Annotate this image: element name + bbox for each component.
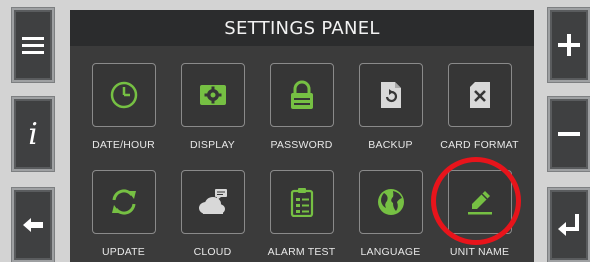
tile-password[interactable]: PASSWORD	[257, 63, 346, 151]
back-arrow-icon	[23, 218, 43, 232]
plus-icon	[558, 34, 580, 56]
panel-title: SETTINGS PANEL	[70, 10, 534, 46]
tile-label: ALARM TEST	[267, 246, 336, 258]
info-button[interactable]: i	[12, 97, 54, 171]
tile-label: UNIT NAME	[449, 246, 510, 258]
padlock-icon	[290, 80, 313, 109]
card-format-icon	[469, 82, 490, 108]
tile-label: DATE/HOUR	[92, 139, 155, 151]
plus-button[interactable]	[548, 8, 590, 82]
settings-panel: SETTINGS PANEL DATE/HOUR DISPLAY PASSWOR…	[70, 10, 534, 262]
tile-alarm-test[interactable]: ALARM TEST	[257, 170, 346, 258]
menu-button[interactable]	[12, 8, 54, 82]
tile-language[interactable]: LANGUAGE	[346, 170, 435, 258]
tile-icon-box[interactable]	[180, 170, 245, 234]
tile-date-hour[interactable]: DATE/HOUR	[79, 63, 168, 151]
tile-icon-box[interactable]	[91, 170, 156, 234]
info-icon: i	[28, 118, 38, 150]
cloud-icon	[198, 189, 227, 214]
tile-label: CLOUD	[193, 246, 232, 258]
back-button[interactable]	[12, 188, 54, 262]
tile-label: LANGUAGE	[360, 246, 421, 258]
tile-update[interactable]: UPDATE	[79, 170, 168, 258]
tile-card-format[interactable]: CARD FORMAT	[435, 63, 524, 151]
tile-icon-box[interactable]	[180, 63, 245, 127]
globe-icon	[377, 189, 404, 215]
tile-icon-box[interactable]	[447, 63, 512, 127]
tile-icon-box[interactable]	[358, 170, 423, 234]
tile-cloud[interactable]: CLOUD	[168, 170, 257, 258]
tile-label: CARD FORMAT	[440, 139, 519, 151]
refresh-icon	[111, 189, 136, 215]
svg-text:i: i	[28, 118, 38, 150]
tile-label: UPDATE	[101, 246, 145, 258]
pencil-edit-icon	[467, 191, 492, 215]
tile-label: BACKUP	[368, 139, 413, 151]
enter-button[interactable]	[548, 188, 590, 262]
tile-label: PASSWORD	[270, 139, 333, 151]
tile-icon-box[interactable]	[447, 170, 512, 234]
tile-icon-box[interactable]	[269, 63, 334, 127]
enter-icon	[558, 214, 579, 236]
backup-file-icon	[380, 82, 401, 108]
menu-icon	[22, 37, 44, 54]
clipboard-checklist-icon	[290, 188, 313, 217]
tile-label: DISPLAY	[190, 139, 235, 151]
tile-unit-name[interactable]: UNIT NAME	[435, 170, 524, 258]
tile-icon-box[interactable]	[269, 170, 334, 234]
tile-display[interactable]: DISPLAY	[168, 63, 257, 151]
minus-button[interactable]	[548, 97, 590, 171]
tile-icon-box[interactable]	[91, 63, 156, 127]
tile-icon-box[interactable]	[358, 63, 423, 127]
minus-icon	[558, 132, 580, 136]
tile-backup[interactable]: BACKUP	[346, 63, 435, 151]
display-gear-icon	[199, 85, 226, 105]
clock-icon	[110, 81, 137, 109]
